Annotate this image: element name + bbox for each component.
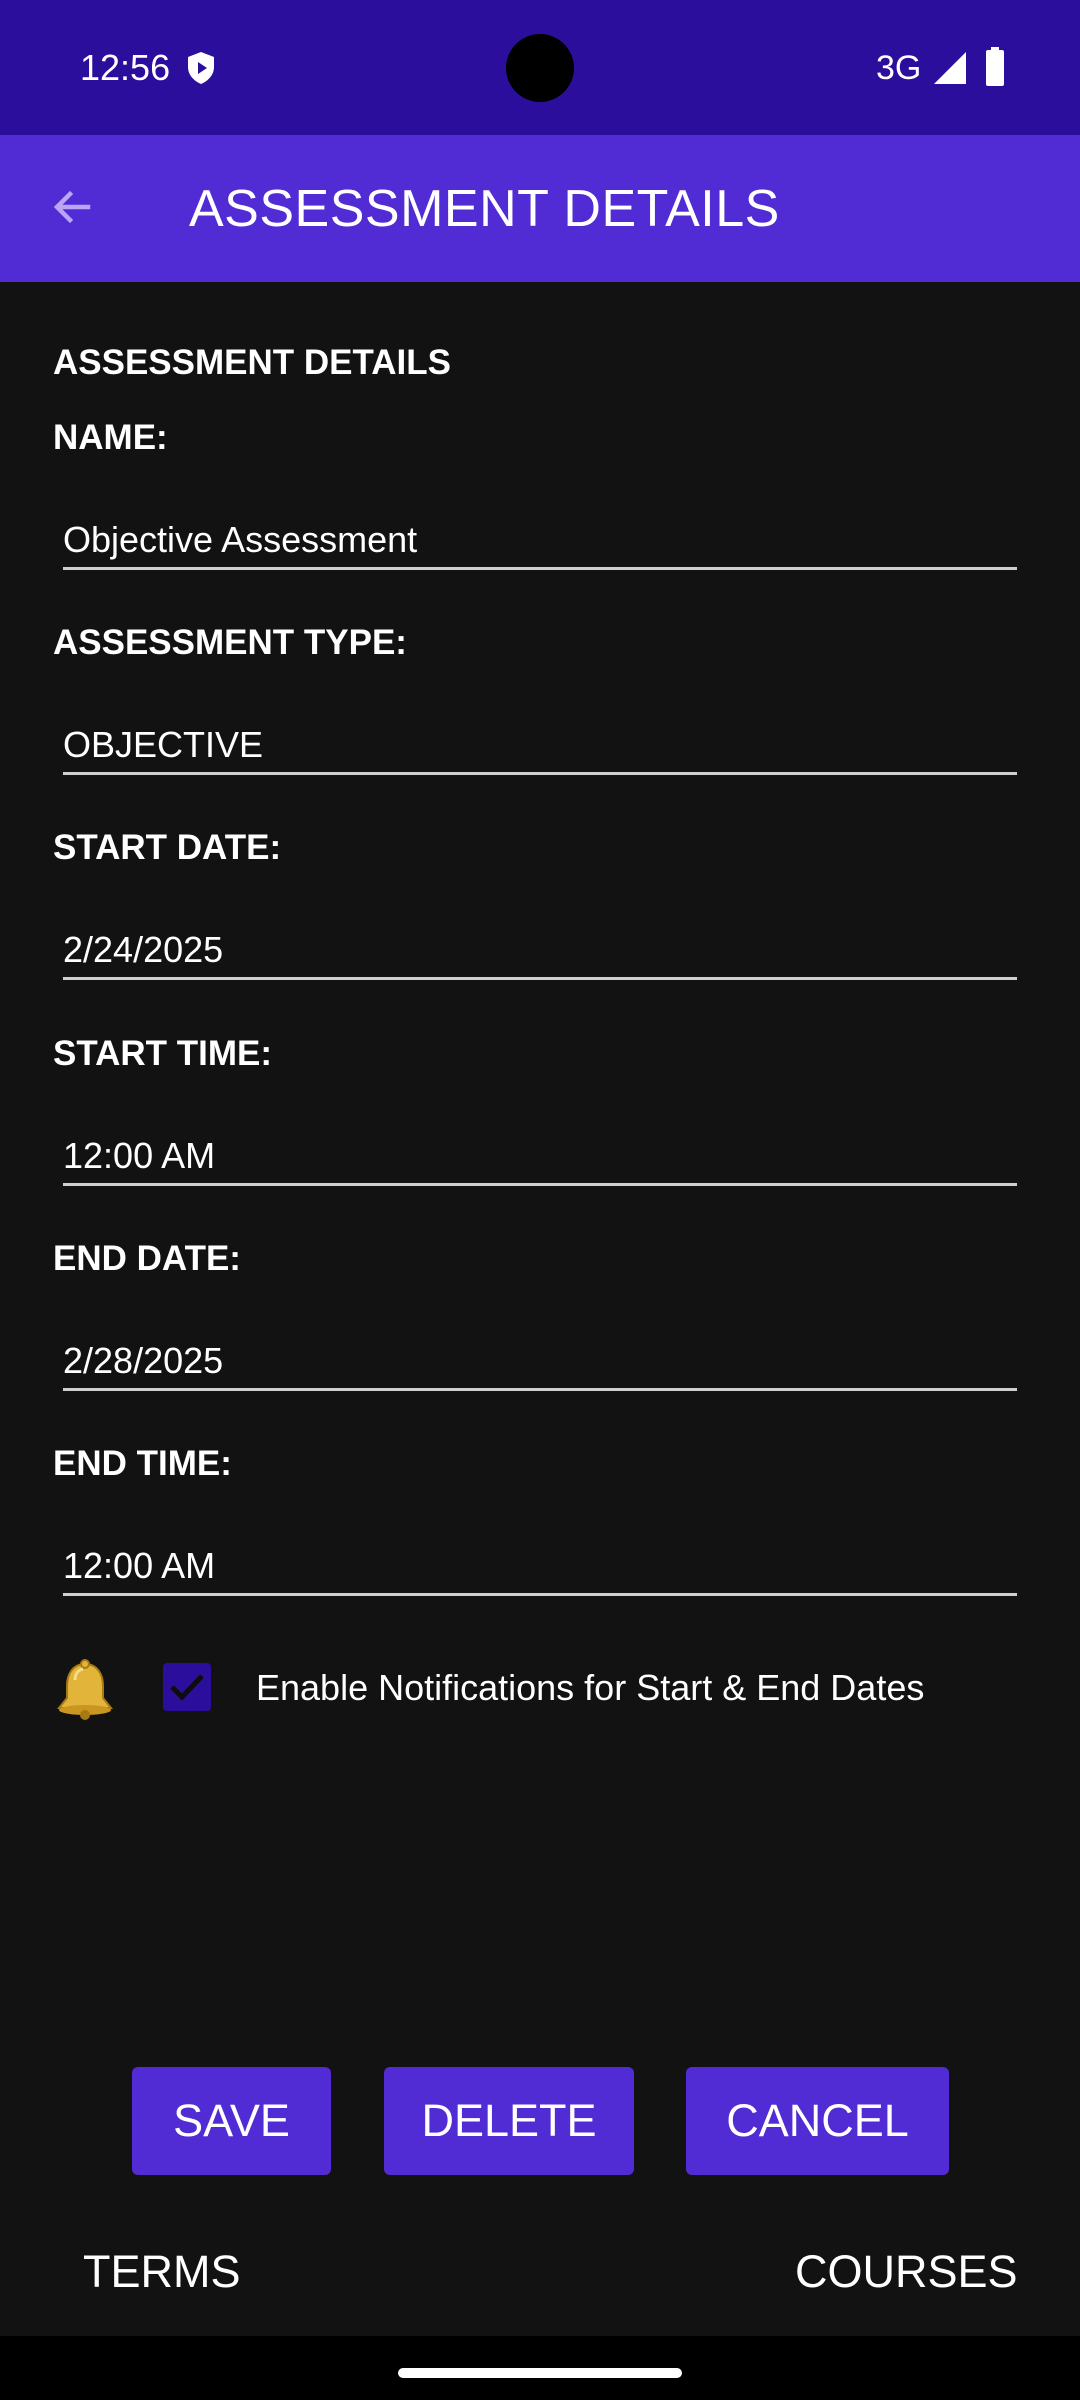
delete-button[interactable]: DELETE: [384, 2067, 634, 2175]
signal-icon: [932, 50, 968, 86]
screen: 12:56 3G ASSESSMENT DETAILS ASSESSMENT D…: [0, 0, 1080, 2400]
start-date-field[interactable]: 2/24/2025: [63, 920, 1017, 980]
notifications-label: Enable Notifications for Start & End Dat…: [256, 1667, 925, 1708]
terms-link[interactable]: TERMS: [83, 2246, 241, 2298]
end-date-label: END DATE:: [53, 1239, 241, 1278]
start-date-label: START DATE:: [53, 828, 282, 867]
navigation-bar: [0, 2336, 1080, 2400]
app-bar: ASSESSMENT DETAILS: [0, 135, 1080, 282]
save-button[interactable]: SAVE: [132, 2067, 331, 2175]
battery-icon: [985, 47, 1005, 87]
bell-icon: [53, 1658, 117, 1722]
name-field[interactable]: Objective Assessment: [63, 510, 1017, 570]
arrow-back-icon: [53, 190, 91, 224]
assessment-type-label: ASSESSMENT TYPE:: [53, 623, 407, 662]
checkmark-icon: [170, 1674, 204, 1701]
assessment-type-field[interactable]: OBJECTIVE: [63, 715, 1017, 775]
end-time-field[interactable]: 12:00 AM: [63, 1536, 1017, 1596]
name-label: NAME:: [53, 418, 168, 457]
start-time-label: START TIME:: [53, 1034, 273, 1073]
courses-link[interactable]: COURSES: [795, 2246, 1018, 2298]
shield-icon: [186, 51, 216, 85]
camera-cutout: [506, 34, 574, 102]
status-bar: 12:56 3G: [0, 0, 1080, 135]
end-date-field[interactable]: 2/28/2025: [63, 1331, 1017, 1391]
page-title: ASSESSMENT DETAILS: [189, 180, 780, 238]
status-time: 12:56: [80, 47, 171, 88]
notifications-checkbox[interactable]: [163, 1663, 211, 1711]
cancel-button[interactable]: CANCEL: [686, 2067, 949, 2175]
back-button[interactable]: [36, 169, 108, 245]
end-time-label: END TIME:: [53, 1444, 232, 1483]
home-handle[interactable]: [398, 2368, 682, 2378]
section-title: ASSESSMENT DETAILS: [53, 343, 452, 382]
network-type: 3G: [876, 49, 922, 87]
start-time-field[interactable]: 12:00 AM: [63, 1126, 1017, 1186]
